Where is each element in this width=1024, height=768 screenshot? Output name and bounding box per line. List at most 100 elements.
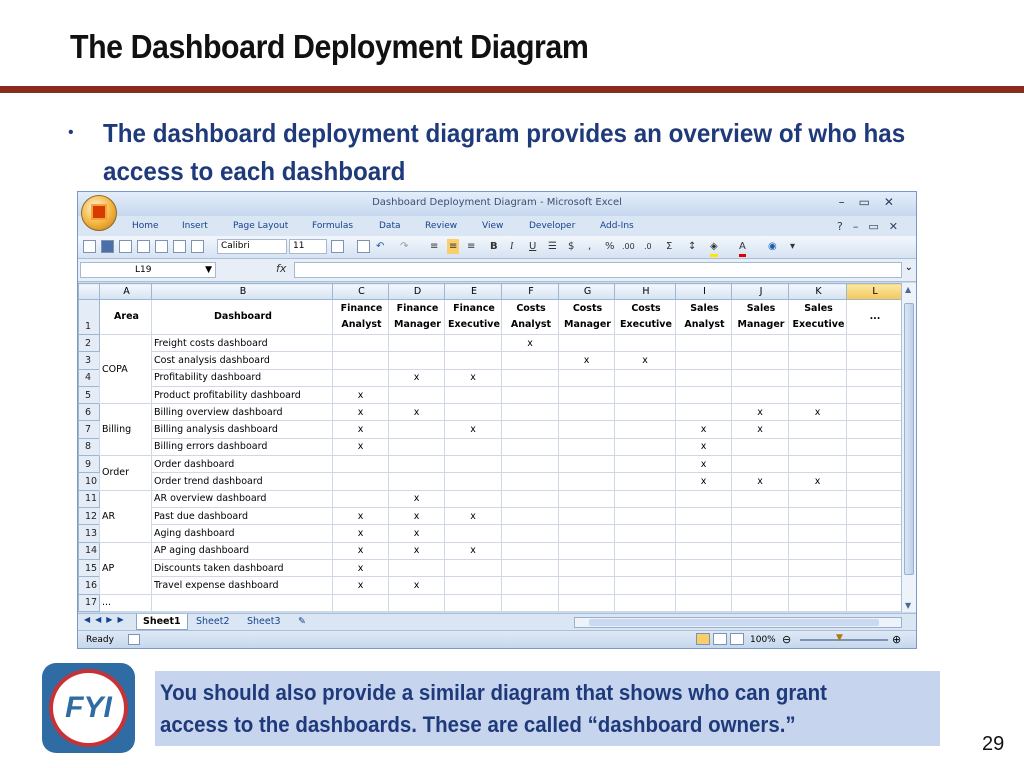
cell[interactable]: [846, 558, 902, 578]
select-all-corner[interactable]: [78, 282, 100, 301]
access-cell[interactable]: [444, 351, 502, 370]
access-cell[interactable]: [731, 333, 789, 353]
normal-view-icon[interactable]: [696, 633, 710, 645]
align-left-icon[interactable]: ≡: [430, 239, 438, 254]
role-header[interactable]: Finance Manager: [388, 299, 445, 335]
access-cell[interactable]: [788, 507, 847, 526]
cell[interactable]: [332, 593, 389, 613]
access-cell[interactable]: x: [501, 333, 559, 353]
ribbon-controls[interactable]: ?–▭✕: [837, 220, 908, 233]
row-header[interactable]: 15: [78, 558, 100, 578]
access-cell[interactable]: x: [788, 472, 847, 491]
cell[interactable]: [731, 593, 789, 613]
access-cell[interactable]: [675, 524, 732, 543]
access-cell[interactable]: [675, 351, 732, 370]
dashboard-cell[interactable]: AP aging dashboard: [151, 541, 333, 560]
access-cell[interactable]: [558, 437, 615, 457]
row-header[interactable]: 16: [78, 576, 100, 595]
zoom-in-icon[interactable]: ⊕: [892, 633, 901, 646]
area-cell[interactable]: Billing: [99, 403, 152, 457]
access-cell[interactable]: x: [332, 437, 389, 457]
vertical-scrollbar[interactable]: ▲ ▼: [901, 283, 916, 612]
formula-input[interactable]: [294, 262, 902, 278]
access-cell[interactable]: x: [614, 351, 676, 370]
tab-developer[interactable]: Developer: [529, 221, 575, 231]
role-header[interactable]: Sales Manager: [731, 299, 789, 335]
research-icon[interactable]: [191, 240, 204, 253]
access-cell[interactable]: [675, 403, 732, 422]
access-cell[interactable]: [444, 333, 502, 353]
access-cell[interactable]: [675, 541, 732, 560]
cell[interactable]: [675, 593, 732, 613]
access-cell[interactable]: [788, 489, 847, 509]
access-cell[interactable]: [675, 507, 732, 526]
cell[interactable]: [846, 420, 902, 439]
cell[interactable]: [846, 524, 902, 543]
access-cell[interactable]: [788, 455, 847, 474]
access-cell[interactable]: x: [388, 368, 445, 387]
cell[interactable]: [846, 576, 902, 595]
access-cell[interactable]: x: [388, 507, 445, 526]
access-cell[interactable]: [444, 385, 502, 405]
access-cell[interactable]: [614, 507, 676, 526]
access-cell[interactable]: [444, 489, 502, 509]
column-header[interactable]: I: [675, 282, 732, 301]
column-header[interactable]: E: [444, 282, 502, 301]
dashboard-cell[interactable]: Aging dashboard: [151, 524, 333, 543]
access-cell[interactable]: [558, 420, 615, 439]
column-header[interactable]: G: [558, 282, 615, 301]
cell[interactable]: [444, 593, 502, 613]
hscroll-thumb[interactable]: [589, 619, 879, 626]
insert-sheet-icon[interactable]: ✎: [292, 614, 312, 629]
role-header[interactable]: Costs Executive: [614, 299, 676, 335]
access-cell[interactable]: x: [332, 385, 389, 405]
cell[interactable]: [846, 385, 902, 405]
font-name-box[interactable]: Calibri: [217, 239, 287, 254]
autosum-icon[interactable]: Σ: [666, 239, 672, 254]
cell[interactable]: [846, 437, 902, 457]
access-cell[interactable]: [788, 368, 847, 387]
sheet-nav-icon[interactable]: ◀◀▶▶: [84, 615, 129, 624]
cell[interactable]: [846, 472, 902, 491]
access-cell[interactable]: [501, 385, 559, 405]
access-cell[interactable]: [675, 576, 732, 595]
access-cell[interactable]: x: [388, 489, 445, 509]
access-cell[interactable]: [731, 385, 789, 405]
cell[interactable]: [846, 593, 902, 613]
access-cell[interactable]: [444, 524, 502, 543]
access-cell[interactable]: x: [675, 472, 732, 491]
column-header[interactable]: H: [614, 282, 676, 301]
new-icon[interactable]: [83, 240, 96, 253]
role-header[interactable]: Costs Analyst: [501, 299, 559, 335]
access-cell[interactable]: [501, 489, 559, 509]
access-cell[interactable]: x: [731, 420, 789, 439]
access-cell[interactable]: [614, 524, 676, 543]
cell[interactable]: [614, 593, 676, 613]
row-header[interactable]: 17: [78, 593, 100, 613]
column-header-selected[interactable]: L: [846, 282, 902, 301]
access-cell[interactable]: [788, 524, 847, 543]
access-cell[interactable]: [501, 576, 559, 595]
cell[interactable]: [846, 403, 902, 422]
expand-formula-icon[interactable]: ⌄: [905, 262, 913, 273]
tab-view[interactable]: View: [482, 221, 503, 231]
access-cell[interactable]: [614, 403, 676, 422]
access-cell[interactable]: [675, 489, 732, 509]
access-cell[interactable]: [614, 333, 676, 353]
column-header[interactable]: B: [151, 282, 333, 301]
access-cell[interactable]: [614, 437, 676, 457]
column-header[interactable]: J: [731, 282, 789, 301]
tab-home[interactable]: Home: [132, 221, 159, 231]
access-cell[interactable]: [501, 541, 559, 560]
dashboard-cell[interactable]: Past due dashboard: [151, 507, 333, 526]
access-cell[interactable]: [558, 541, 615, 560]
cell[interactable]: [846, 351, 902, 370]
access-cell[interactable]: [558, 368, 615, 387]
percent-icon[interactable]: %: [605, 239, 615, 254]
access-cell[interactable]: [501, 455, 559, 474]
cell[interactable]: ...: [99, 593, 152, 613]
zoom-slider-thumb[interactable]: ▼: [836, 633, 843, 643]
access-cell[interactable]: x: [444, 541, 502, 560]
dashboard-header[interactable]: Dashboard: [151, 299, 333, 335]
name-box[interactable]: L19 ▼: [80, 262, 216, 278]
